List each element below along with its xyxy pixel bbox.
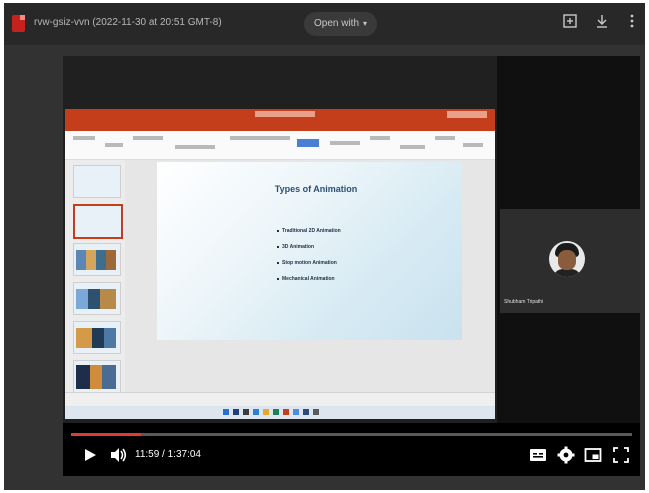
progress-fill — [71, 433, 142, 436]
slide-bullet: Traditional 2D Animation — [277, 228, 341, 234]
ppt-ribbon — [65, 131, 495, 160]
participant-tile: Shubham Tripathi — [500, 209, 640, 313]
drive-video-viewer: rvw-gsiz-vvn (2022-11-30 at 20:51 GMT-8)… — [4, 3, 645, 490]
shared-screen: Types of Animation Traditional 2D Animat… — [63, 56, 497, 423]
miniplayer-icon[interactable] — [584, 446, 602, 464]
play-icon[interactable] — [83, 448, 97, 462]
progress-bar[interactable] — [71, 433, 632, 436]
avatar — [549, 241, 585, 277]
open-with-label: Open with — [314, 18, 360, 29]
slide-thumbnail-selected — [73, 204, 123, 239]
fullscreen-icon[interactable] — [612, 446, 630, 464]
file-title: rvw-gsiz-vvn (2022-11-30 at 20:51 GMT-8) — [34, 17, 222, 28]
time-display: 11:59 / 1:37:04 — [135, 449, 201, 460]
file-video-icon — [12, 15, 25, 32]
participant-name: Shubham Tripathi — [504, 299, 544, 305]
ppt-ribbon-tabs — [65, 121, 495, 131]
settings-icon[interactable] — [557, 446, 575, 464]
participants-panel: Shubham Tripathi — [497, 56, 640, 423]
slide-bullet: Stop motion Animation — [277, 260, 341, 266]
ppt-body: Types of Animation Traditional 2D Animat… — [65, 160, 495, 405]
ppt-title-bar — [65, 109, 495, 121]
viewer-top-bar: rvw-gsiz-vvn (2022-11-30 at 20:51 GMT-8)… — [4, 3, 645, 45]
slide-thumbnail — [73, 165, 121, 198]
download-icon[interactable] — [592, 13, 612, 33]
slide-thumbnail — [73, 282, 121, 315]
slide-canvas: Types of Animation Traditional 2D Animat… — [157, 162, 462, 340]
more-vert-icon[interactable] — [622, 13, 642, 33]
slide-bullet: Mechanical Animation — [277, 276, 341, 282]
powerpoint-window: Types of Animation Traditional 2D Animat… — [65, 109, 495, 419]
slide-bullet: 3D Animation — [277, 244, 341, 250]
windows-taskbar — [65, 406, 495, 419]
ppt-status-bar — [65, 392, 495, 407]
add-to-drive-icon[interactable] — [560, 13, 580, 33]
captions-icon[interactable] — [529, 446, 547, 464]
slide-thumbnail — [73, 243, 121, 276]
slide-bullet-list: Traditional 2D Animation 3D Animation St… — [277, 228, 341, 292]
video-player[interactable]: Types of Animation Traditional 2D Animat… — [63, 56, 640, 476]
open-with-button[interactable]: Open with ▾ — [304, 12, 378, 36]
slide-thumbnail — [73, 321, 121, 354]
slide-thumbnails — [65, 160, 125, 405]
chevron-down-icon: ▾ — [363, 19, 368, 28]
slide-title: Types of Animation — [274, 184, 358, 194]
volume-icon[interactable] — [110, 447, 128, 463]
slide-thumbnail — [73, 360, 121, 393]
